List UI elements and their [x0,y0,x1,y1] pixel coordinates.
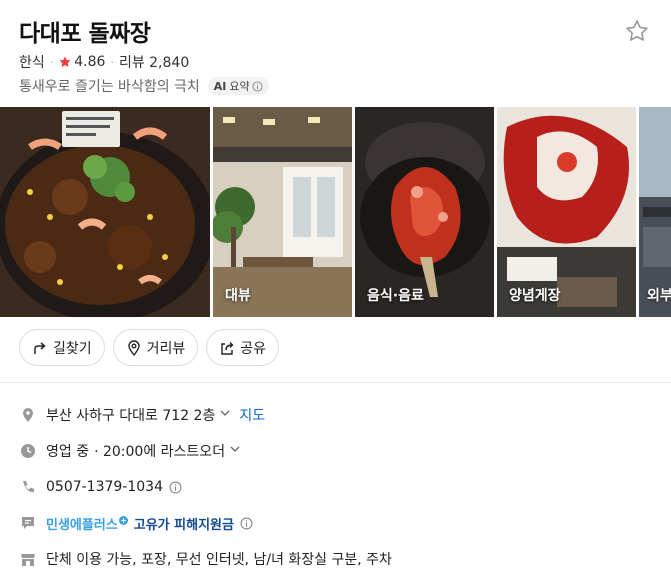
map-pin-icon [127,339,140,356]
info-icon [252,80,263,92]
chevron-down-icon[interactable] [219,407,231,423]
phone-info-icon[interactable] [169,481,182,494]
place-meta: 한식 · 4.86 · 리뷰 2,840 [19,52,190,72]
address-row: 부산 사하구 다대로 712 2층 지도 [19,397,659,433]
photo-main[interactable] [0,107,210,317]
hours-expand-chevron-icon[interactable] [229,443,241,459]
message-icon [22,517,34,529]
photo-food[interactable]: 음식·음료 [355,107,494,317]
location-pin-icon [23,408,33,422]
phone-icon [23,481,34,493]
street-view-button[interactable]: 거리뷰 [112,329,199,366]
phone-number[interactable]: 0507-1379-1034 [46,479,163,495]
photo-label-food: 음식·음료 [367,288,424,304]
rating-value: 4.86 [74,54,106,70]
info-list: 부산 사하구 다대로 712 2층 지도 영업 중 · 20:00에 라스트오더… [19,397,659,574]
photo-exterior[interactable]: 외부 [639,107,671,317]
photo-label-interior: 대뷰 [225,288,251,304]
action-bar: 길찾기 거리뷰 공유 [19,329,280,366]
map-link[interactable]: 지도 [239,405,265,425]
last-order-text: · 20:00에 라스트오더 [94,444,226,460]
street-view-label: 거리뷰 [146,340,186,357]
ai-summary-badge[interactable]: AI 요약 [207,77,269,95]
amenities-row: 단체 이용 가능, 포장, 무선 인터넷, 남/녀 화장실 구분, 주차 [19,541,659,574]
photo-crab[interactable]: 양념게장 [497,107,636,317]
photo-interior[interactable]: 대뷰 [213,107,352,317]
benefit-text: 고유가 피해지원금 [133,517,234,533]
food-main-image [0,107,210,317]
share-icon [221,341,234,355]
directions-button[interactable]: 길찾기 [19,329,105,366]
directions-label: 길찾기 [53,340,92,357]
plus-badge-icon [118,515,128,525]
place-header: 다대포 돌짜장 한식 · 4.86 · 리뷰 2,840 통새우로 즐기는 바삭… [0,0,671,107]
section-divider [0,382,671,383]
amenities-text: 단체 이용 가능, 포장, 무선 인터넷, 남/녀 화장실 구분, 주차 [46,552,392,568]
share-label: 공유 [240,340,267,357]
clock-icon [21,444,35,458]
photo-strip[interactable]: 대뷰 음식·음료 양념게장 외부 [0,107,671,317]
hours-row: 영업 중 · 20:00에 라스트오더 [19,433,659,469]
photo-label-crab: 양념게장 [509,288,561,304]
bookmark-star-icon[interactable] [624,18,650,44]
benefit-info-icon[interactable] [240,517,253,530]
phone-row: 0507-1379-1034 [19,469,659,505]
store-icon [21,554,35,566]
rating-star-icon [59,56,71,67]
benefit-row: 민생에플러스 고유가 피해지원금 [19,505,659,541]
share-button[interactable]: 공유 [206,329,280,366]
category-label: 한식 [19,55,45,71]
ai-badge-prefix: AI [213,79,227,93]
place-title: 다대포 돌짜장 [19,21,151,47]
photo-label-exterior: 외부 [647,288,671,304]
benefit-brand: 민생에플러스 [46,517,118,533]
place-tagline: 통새우로 즐기는 바삭함의 극치 AI 요약 [19,76,269,96]
address-text: 부산 사하구 다대로 712 2층 [46,408,216,424]
directions-icon [34,341,46,354]
tagline-text: 통새우로 즐기는 바삭함의 극치 [19,79,200,95]
ai-badge-label: 요약 [229,80,250,93]
review-count[interactable]: 리뷰 2,840 [119,52,189,72]
open-status: 영업 중 [46,444,90,460]
